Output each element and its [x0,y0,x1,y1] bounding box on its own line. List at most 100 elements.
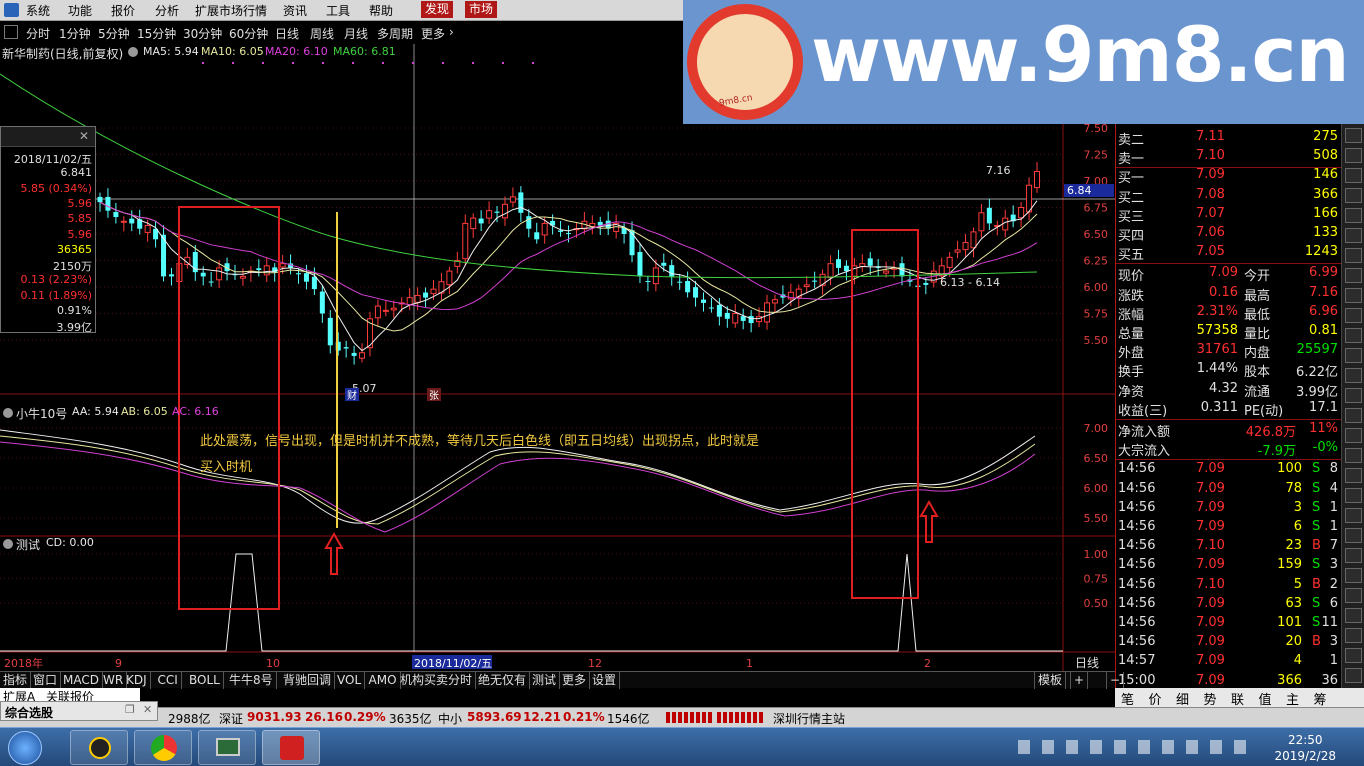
quote-tab-1[interactable]: 价 [1149,689,1162,708]
indicator-tab-7[interactable]: 牛牛8号 [226,672,277,689]
candle-47[interactable] [470,213,477,239]
menu-icon[interactable] [1345,628,1362,643]
min-icon[interactable] [1345,668,1362,683]
indicator-tab-15[interactable]: 设置 [589,672,621,689]
indicator-tab-11[interactable]: 机构买卖分时 [397,672,477,689]
indicator-tab-8[interactable]: 背驰回调 [280,672,336,689]
tab-right-2[interactable]: − [1106,672,1125,689]
indicator-tab-4[interactable]: KDJ [123,672,151,689]
candle-76[interactable] [700,292,706,312]
settings-icon[interactable] [128,47,138,57]
candle-41[interactable] [423,287,429,308]
candle-74[interactable] [685,271,691,298]
candle-1[interactable] [105,188,111,218]
candle-67[interactable] [629,221,635,263]
candle-89[interactable] [803,276,810,294]
period-tab-1[interactable]: 1分钟 [59,25,91,42]
candle-31[interactable] [343,340,349,358]
start-button[interactable] [8,731,42,765]
candle-45[interactable] [454,251,461,274]
candle-108[interactable] [954,240,961,259]
rsi-icon[interactable] [1345,388,1362,403]
candle-43[interactable] [438,273,445,301]
candle-20[interactable] [256,259,262,277]
exit-icon[interactable] [1345,648,1362,663]
taskbar-app-terminal[interactable] [198,730,256,765]
cursor-info-panel[interactable]: ✕ 2018/11/02/五 6.841 5.85 (0.34%) 5.96 5.85 5… [0,126,96,334]
candle-51[interactable] [501,196,508,227]
fz-icon[interactable] [1345,328,1362,343]
candle-53[interactable] [518,186,524,222]
candle-68[interactable] [637,243,643,283]
indicator-tab-9[interactable]: VOL [334,672,366,689]
candle-8[interactable] [161,225,167,282]
quote-tab-0[interactable]: 笔 [1121,689,1134,708]
lock-icon[interactable] [1345,308,1362,323]
candle-110[interactable] [970,227,977,258]
period-toggle-icon[interactable] [4,25,18,39]
menu-item-7[interactable]: 帮助 [369,2,393,19]
candle-81[interactable] [740,308,746,330]
layers-icon[interactable] [1345,508,1362,523]
server-name[interactable]: 深圳行情主站 [773,710,845,727]
menu-item-2[interactable]: 报价 [111,2,135,19]
star-icon[interactable] [1345,568,1362,583]
menu-red-1[interactable]: 市场 [465,1,498,18]
quote-tab-2[interactable]: 细 [1176,689,1189,708]
menu-item-5[interactable]: 资讯 [283,2,307,19]
quote-tab-5[interactable]: 值 [1259,689,1272,708]
chevron-right-icon[interactable]: › [449,25,454,39]
candle-4[interactable] [129,210,135,232]
menu-item-3[interactable]: 分析 [155,2,179,19]
candle-11[interactable] [184,247,191,269]
tab-right-1[interactable]: + [1070,672,1089,689]
candle-85[interactable] [771,294,778,313]
candle-118[interactable] [1034,162,1040,193]
ind1-settings-icon[interactable] [3,408,13,418]
candle-26[interactable] [303,264,309,290]
cog-icon[interactable] [1345,348,1362,363]
indicator-tab-0[interactable]: 指标 [0,672,32,689]
taskbar-app-chrome[interactable] [134,730,192,765]
calc-icon[interactable] [1345,528,1362,543]
indicator-tab-2[interactable]: MACD [60,672,103,689]
zoom-icon[interactable] [1345,408,1362,423]
candle-46[interactable] [462,214,469,266]
text-icon[interactable] [1345,228,1362,243]
candle-62[interactable] [589,215,596,235]
menu-item-1[interactable]: 功能 [68,2,92,19]
help-icon[interactable] [1345,588,1362,603]
period-tab-8[interactable]: 月线 [344,25,368,42]
period-tab-6[interactable]: 日线 [275,25,299,42]
candle-39[interactable] [406,288,413,311]
list-icon[interactable] [1345,208,1362,223]
candle-111[interactable] [978,203,985,238]
candle-52[interactable] [509,187,516,208]
candle-44[interactable] [446,266,453,295]
menu-item-0[interactable]: 系统 [26,2,50,19]
period-tab-10[interactable]: 更多 [421,25,445,42]
candle-3[interactable] [120,216,127,232]
restore-icon[interactable]: ❐ [125,703,135,716]
quote-tab-4[interactable]: 联 [1231,689,1244,708]
f10-icon[interactable] [1345,288,1362,303]
period-tab-7[interactable]: 周线 [310,25,334,42]
candle-18[interactable] [239,268,246,286]
stock-screener-window[interactable]: 综合选股 ❐ ✕ [0,701,158,721]
period-tab-3[interactable]: 15分钟 [137,25,176,42]
taskbar-app-qq[interactable] [70,730,128,765]
candle-94[interactable] [843,260,849,281]
candle-55[interactable] [534,222,540,244]
bars-icon[interactable] [1345,268,1362,283]
candle-32[interactable] [351,345,357,365]
period-tab-0[interactable]: 分时 [26,25,50,42]
candle-112[interactable] [986,198,992,231]
candle-12[interactable] [192,244,198,281]
candle-29[interactable] [327,310,333,354]
candle-80[interactable] [732,303,739,328]
candle-73[interactable] [677,273,683,290]
candle-92[interactable] [827,255,834,286]
candle-49[interactable] [486,201,493,224]
candle-69[interactable] [645,276,651,292]
close-icon[interactable]: ✕ [143,703,152,716]
